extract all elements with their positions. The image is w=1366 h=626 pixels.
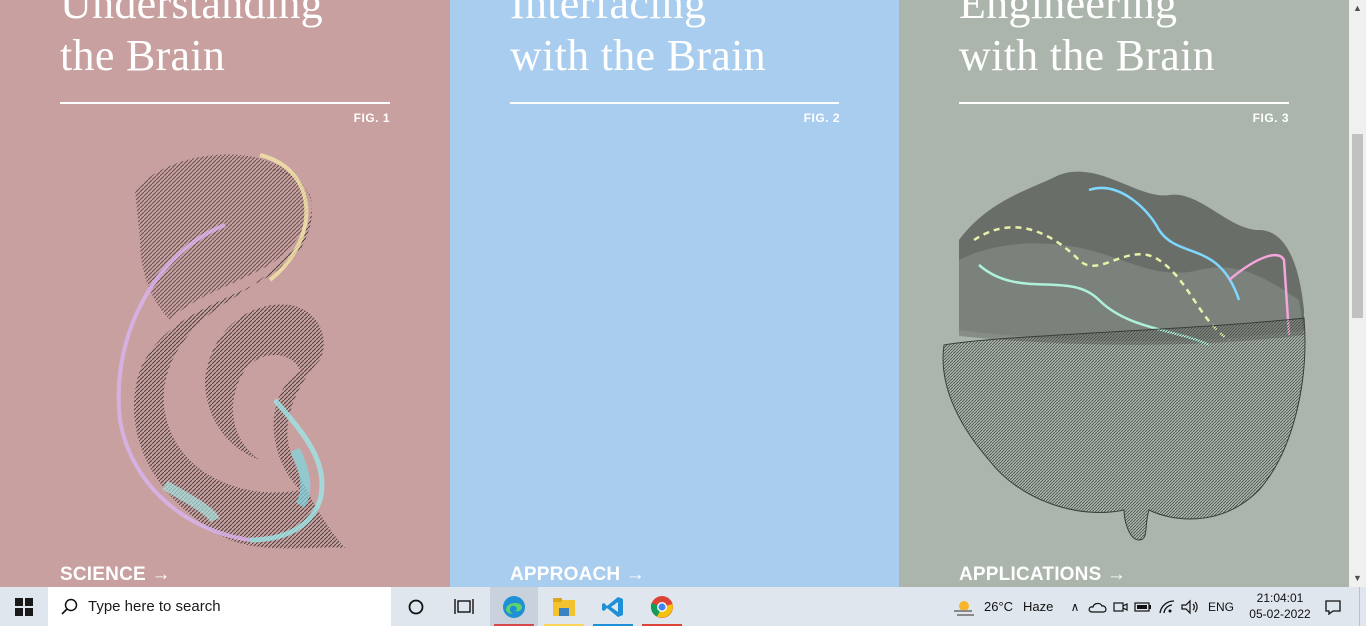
clock-time: 21:04:01 — [1256, 591, 1304, 605]
clock-date: 05-02-2022 — [1249, 607, 1311, 621]
feature-panels: Understanding the Brain FIG. 1 SCIENCE →… — [0, 0, 1349, 587]
wifi-icon[interactable] — [1158, 599, 1176, 615]
scroll-down-icon[interactable]: ▼ — [1349, 570, 1366, 587]
show-desktop-button[interactable] — [1359, 587, 1366, 626]
taskbar-app-file-explorer[interactable] — [540, 587, 588, 626]
windows-taskbar: Type here to search 26°C Haze ∧ ENG 21:0… — [0, 587, 1366, 626]
cortana-icon — [408, 599, 424, 614]
panel-approach: Interfacing with the Brain FIG. 2 APPROA… — [450, 0, 899, 587]
weather-widget[interactable]: 26°C Haze — [952, 587, 1053, 626]
applications-link[interactable]: APPLICATIONS → — [959, 564, 1126, 586]
weather-temperature: 26°C — [984, 599, 1014, 614]
brain-illustration — [942, 171, 1306, 541]
edge-icon — [503, 595, 525, 618]
taskbar-search-box[interactable]: Type here to search — [48, 587, 391, 626]
spike-raster-illustration — [450, 0, 899, 587]
panel-science: Understanding the Brain FIG. 1 SCIENCE → — [0, 0, 450, 587]
vertical-scrollbar[interactable]: ▲ ▼ — [1349, 0, 1366, 587]
input-language[interactable]: ENG — [1208, 600, 1234, 614]
windows-logo-icon — [15, 597, 33, 616]
show-hidden-icons-icon[interactable]: ∧ — [1066, 600, 1084, 614]
volume-icon[interactable] — [1180, 599, 1200, 615]
battery-icon[interactable] — [1134, 600, 1152, 614]
chrome-icon — [650, 595, 673, 618]
taskbar-app-vscode[interactable] — [589, 587, 637, 626]
haze-weather-icon — [954, 600, 974, 616]
scroll-up-icon[interactable]: ▲ — [1349, 0, 1366, 17]
system-tray: ∧ ENG — [1066, 587, 1234, 626]
start-button[interactable] — [0, 587, 48, 626]
approach-link[interactable]: APPROACH → — [510, 564, 645, 586]
taskbar-app-edge[interactable] — [490, 587, 538, 626]
cortana-button[interactable] — [392, 587, 440, 626]
task-view-button[interactable] — [440, 587, 488, 626]
weather-description: Haze — [1023, 599, 1054, 614]
taskbar-app-chrome[interactable] — [638, 587, 686, 626]
clock[interactable]: 21:04:01 05-02-2022 — [1240, 590, 1320, 622]
science-link[interactable]: SCIENCE → — [60, 564, 171, 586]
action-center-button[interactable] — [1322, 587, 1344, 626]
meet-now-icon[interactable] — [1112, 599, 1128, 615]
notifications-icon — [1325, 599, 1341, 615]
onedrive-icon[interactable] — [1088, 600, 1108, 614]
search-placeholder: Type here to search — [88, 598, 221, 615]
hippocampus-illustration — [116, 153, 345, 549]
panel-applications: Engineering with the Brain FIG. 3 APPLIC… — [899, 0, 1349, 587]
task-view-icon — [454, 598, 474, 614]
scrollbar-thumb[interactable] — [1352, 134, 1363, 318]
search-icon — [61, 598, 78, 615]
folder-icon — [553, 597, 575, 616]
vscode-icon — [602, 596, 623, 617]
